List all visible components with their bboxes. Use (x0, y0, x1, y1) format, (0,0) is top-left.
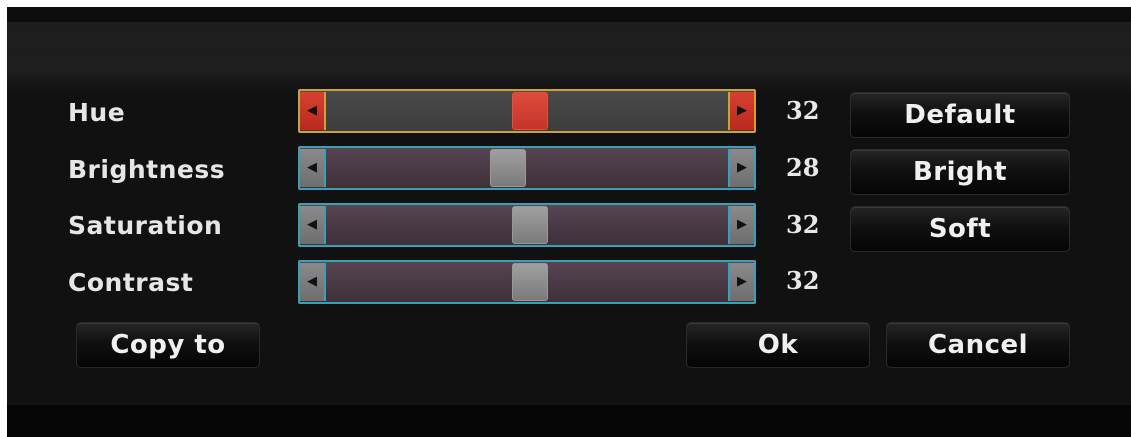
hue-value: 32 (786, 96, 820, 125)
cancel-button[interactable]: Cancel (886, 322, 1070, 368)
brightness-slider-track[interactable] (298, 146, 756, 190)
brightness-label: Brightness (68, 155, 226, 184)
saturation-slider-thumb[interactable] (512, 206, 548, 244)
default-button[interactable]: Default (850, 92, 1070, 138)
soft-button[interactable]: Soft (850, 206, 1070, 252)
brightness-slider-thumb[interactable] (490, 149, 526, 187)
hue-increase-arrow-icon[interactable]: ▶ (728, 92, 754, 130)
saturation-label: Saturation (68, 211, 223, 240)
copy-to-button[interactable]: Copy to (76, 322, 260, 368)
brightness-value: 28 (786, 153, 820, 182)
contrast-value: 32 (786, 266, 820, 295)
bottom-bar (7, 405, 1131, 437)
title-bar[interactable] (7, 22, 1131, 74)
saturation-slider[interactable]: ◀ ▶ (298, 203, 756, 247)
hue-label: Hue (68, 98, 126, 127)
contrast-label: Contrast (68, 268, 194, 297)
saturation-value: 32 (786, 210, 820, 239)
hue-slider-thumb[interactable] (512, 92, 548, 130)
bright-button[interactable]: Bright (850, 149, 1070, 195)
hue-slider[interactable]: ◀ ▶ (298, 89, 756, 133)
contrast-slider[interactable]: ◀ ▶ (298, 260, 756, 304)
brightness-increase-arrow-icon[interactable]: ▶ (728, 149, 754, 187)
contrast-increase-arrow-icon[interactable]: ▶ (728, 263, 754, 301)
brightness-slider[interactable]: ◀ ▶ (298, 146, 756, 190)
brightness-decrease-arrow-icon[interactable]: ◀ (300, 149, 326, 187)
contrast-slider-thumb[interactable] (512, 263, 548, 301)
ok-button[interactable]: Ok (686, 322, 870, 368)
saturation-decrease-arrow-icon[interactable]: ◀ (300, 206, 326, 244)
contrast-decrease-arrow-icon[interactable]: ◀ (300, 263, 326, 301)
hue-decrease-arrow-icon[interactable]: ◀ (300, 92, 326, 130)
saturation-increase-arrow-icon[interactable]: ▶ (728, 206, 754, 244)
